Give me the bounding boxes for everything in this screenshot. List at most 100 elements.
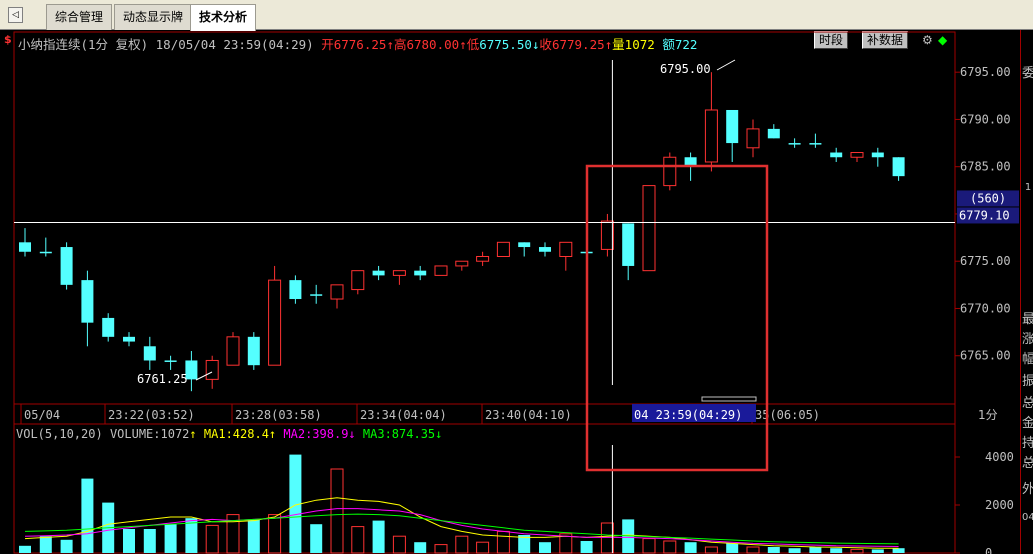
volume-bar xyxy=(642,538,656,554)
volume-tick-label: 4000 xyxy=(985,450,1014,464)
volume-legend-value: VOLUME:1072 xyxy=(109,427,190,441)
candle-body xyxy=(788,143,801,145)
volume-bar xyxy=(704,546,718,554)
side-small: 1 xyxy=(1024,182,1032,193)
volume-bar xyxy=(268,514,282,554)
candle-body xyxy=(372,270,385,276)
volume-bar xyxy=(726,543,739,553)
candle-body xyxy=(539,247,551,252)
candle-body xyxy=(746,128,760,149)
ma1-arrow: ↑ xyxy=(189,427,197,441)
tab-technical-analysis[interactable]: 技术分析 xyxy=(190,4,257,31)
cursor-time-label: 04 23:59(04:29) xyxy=(634,408,742,422)
volume-bar xyxy=(164,524,177,553)
candle-body xyxy=(330,284,344,300)
candle-body xyxy=(310,294,323,296)
candle-body xyxy=(351,270,365,291)
side-label: 涨 xyxy=(1022,332,1033,347)
volume-bar xyxy=(892,548,905,553)
volume-bar xyxy=(663,540,677,554)
candle-body xyxy=(81,280,94,323)
volume-bar xyxy=(123,529,135,553)
time-label: 05/04 xyxy=(24,408,60,422)
volume-bar xyxy=(205,524,219,554)
volume-bar xyxy=(788,548,801,553)
side-label: 总 xyxy=(1022,456,1033,471)
volume-bar xyxy=(455,535,469,554)
price-tick-label: 6785.00 xyxy=(960,160,1011,174)
side-label: 最 xyxy=(1022,312,1033,327)
ma3-trend-arrow: ↓ xyxy=(435,427,443,441)
time-label: 35(06:05) xyxy=(755,408,820,422)
candle-body xyxy=(123,336,135,342)
high-annotation-leader xyxy=(716,59,736,71)
candle-body xyxy=(892,157,905,177)
candle-body xyxy=(205,359,219,380)
time-label: 23:28(03:58) xyxy=(235,408,322,422)
price-tick-label: 6790.00 xyxy=(960,112,1011,126)
volume-bar xyxy=(143,529,156,553)
side-label: 振 xyxy=(1022,374,1033,389)
volume-bar xyxy=(60,539,73,553)
price-tick-label: 6795.00 xyxy=(960,65,1011,79)
candlestick-series xyxy=(19,72,905,392)
candle-body xyxy=(164,360,177,362)
side-label: 持 xyxy=(1022,436,1033,451)
candle-body xyxy=(268,279,282,366)
volume-bar xyxy=(39,536,52,553)
low-annotation: 6761.25 xyxy=(137,372,188,386)
candle-body xyxy=(226,336,240,366)
time-label: 23:34(04:04) xyxy=(360,408,447,422)
price-tick-label: 6765.00 xyxy=(960,349,1011,363)
current-badge: (560) xyxy=(970,191,1006,205)
volume-bars xyxy=(19,454,905,554)
candle-body xyxy=(726,109,739,144)
candle-body xyxy=(392,270,406,276)
volume-bar xyxy=(746,546,760,554)
volume-bar xyxy=(539,542,551,553)
current-price-label: 6779.10 xyxy=(959,208,1010,222)
chart-frame xyxy=(13,31,956,554)
volume-bar xyxy=(414,542,427,553)
volume-bar xyxy=(830,548,843,553)
candle-body xyxy=(496,241,510,257)
candle-body xyxy=(289,280,302,300)
candle-body xyxy=(663,156,677,187)
volume-bar xyxy=(580,541,593,553)
candle-body xyxy=(830,152,843,158)
side-label: 幅 xyxy=(1022,352,1033,367)
candle-body xyxy=(704,109,718,163)
tab-scroll-left-button[interactable]: ◁ xyxy=(8,7,23,23)
volume-bar xyxy=(310,524,323,553)
candle-body xyxy=(518,242,531,248)
tab-dynamic-board[interactable]: 动态显示牌 xyxy=(114,4,193,30)
volume-bar xyxy=(871,549,884,553)
price-tick-label: 6770.00 xyxy=(960,301,1011,315)
candle-body xyxy=(247,336,260,366)
price-tick-label: 6775.00 xyxy=(960,254,1011,268)
candle-body xyxy=(600,220,614,250)
period-label: 1分 xyxy=(978,408,998,422)
chart-grid: 6795.006790.006785.006780.006775.006770.… xyxy=(13,31,1014,554)
volume-bar xyxy=(392,535,406,554)
high-annotation: 6795.00 xyxy=(660,62,711,76)
candle-body xyxy=(455,260,469,267)
tab-overview[interactable]: 综合管理 xyxy=(46,4,113,30)
time-label: 23:22(03:52) xyxy=(108,408,195,422)
scroll-indicator xyxy=(701,396,757,402)
candle-body xyxy=(476,255,490,262)
volume-bar xyxy=(19,545,31,553)
volume-bar xyxy=(351,526,365,554)
ma3-value: MA3:874.35 xyxy=(362,427,436,441)
candle-body xyxy=(559,241,573,257)
time-label: 23:40(04:10) xyxy=(485,408,572,422)
candle-body xyxy=(39,251,52,254)
volume-bar xyxy=(684,542,697,553)
chart-area[interactable]: $ 小纳指连续(1分 复权) 18/05/04 23:59(04:29) 开67… xyxy=(0,30,1033,554)
side-info-panel: 委 最 涨 幅 振 总 金 持 总 外 1 04 xyxy=(1020,30,1033,554)
volume-bar xyxy=(81,478,94,553)
side-label: 外 xyxy=(1022,482,1033,497)
candle-body xyxy=(19,242,31,252)
candle-body xyxy=(642,185,656,272)
ma3-arrow: ↓ xyxy=(348,427,356,441)
